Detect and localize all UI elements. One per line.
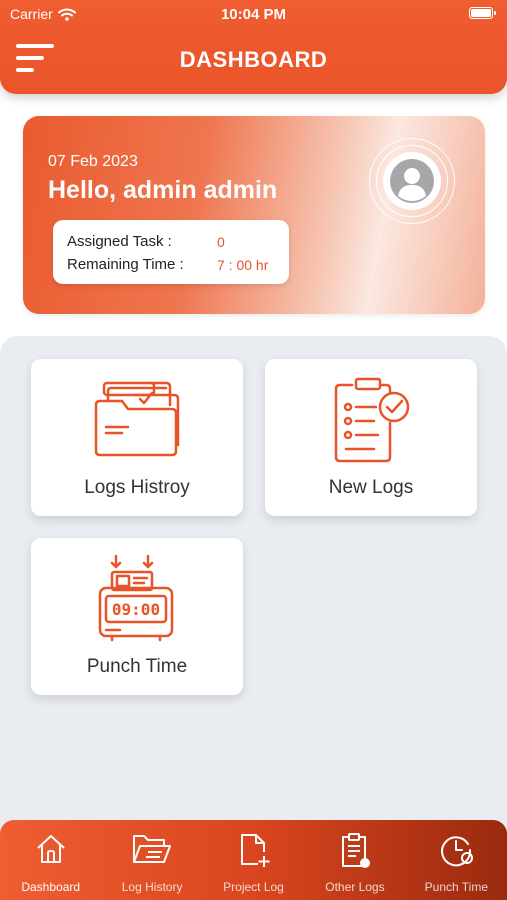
bottom-tab-bar: Dashboard Log History Project Log Other … [0, 820, 507, 900]
tab-punch-time-label: Punch Time [424, 880, 489, 894]
user-avatar-icon [390, 159, 434, 203]
logs-history-tile[interactable]: Logs Histroy [31, 359, 243, 516]
current-date: 07 Feb 2023 [48, 153, 138, 170]
greeting-text: Hello, admin admin [48, 176, 278, 204]
folder-check-icon [94, 381, 180, 457]
remaining-time-label: Remaining Time : [67, 256, 184, 273]
logs-history-label: Logs Histroy [84, 477, 190, 498]
task-summary: Assigned Task : 0 Remaining Time : 7 : 0… [53, 220, 289, 284]
avatar[interactable] [369, 138, 455, 224]
tab-punch-time[interactable]: Punch Time [406, 820, 507, 900]
tab-log-history-label: Log History [121, 880, 183, 894]
clock-icon [441, 836, 474, 867]
tab-dashboard[interactable]: Dashboard [0, 820, 101, 900]
punch-time-label: Punch Time [86, 656, 188, 677]
punch-clock-icon: 09:00 [98, 554, 174, 642]
tab-project-log[interactable]: Project Log [203, 820, 304, 900]
assigned-task-value: 0 [217, 233, 225, 250]
tab-other-logs-label: Other Logs [325, 880, 385, 894]
remaining-time-value: 7 : 00 hr [217, 256, 269, 273]
add-document-icon [240, 834, 270, 867]
home-icon [37, 835, 65, 863]
new-logs-tile[interactable]: New Logs [265, 359, 477, 516]
page-title: DASHBOARD [179, 47, 328, 72]
folder-list-icon [133, 835, 172, 863]
tab-project-log-label: Project Log [223, 880, 284, 894]
status-bar: Carrier 10:04 PM [0, 0, 507, 28]
punch-time-tile[interactable]: 09:00 Punch Time [31, 538, 243, 695]
greeting-card: 07 Feb 2023 Hello, admin admin Assigned … [23, 116, 485, 314]
tab-dashboard-label: Dashboard [21, 880, 81, 894]
status-time: 10:04 PM [220, 6, 287, 23]
assigned-task-label: Assigned Task : [67, 233, 172, 250]
battery-icon [469, 7, 496, 19]
new-logs-label: New Logs [328, 477, 414, 498]
tab-other-logs[interactable]: Other Logs [304, 820, 405, 900]
clipboard-icon [341, 833, 370, 868]
tab-log-history[interactable]: Log History [101, 820, 202, 900]
svg-text:09:00: 09:00 [112, 600, 160, 619]
checklist-clipboard-icon [334, 377, 410, 463]
